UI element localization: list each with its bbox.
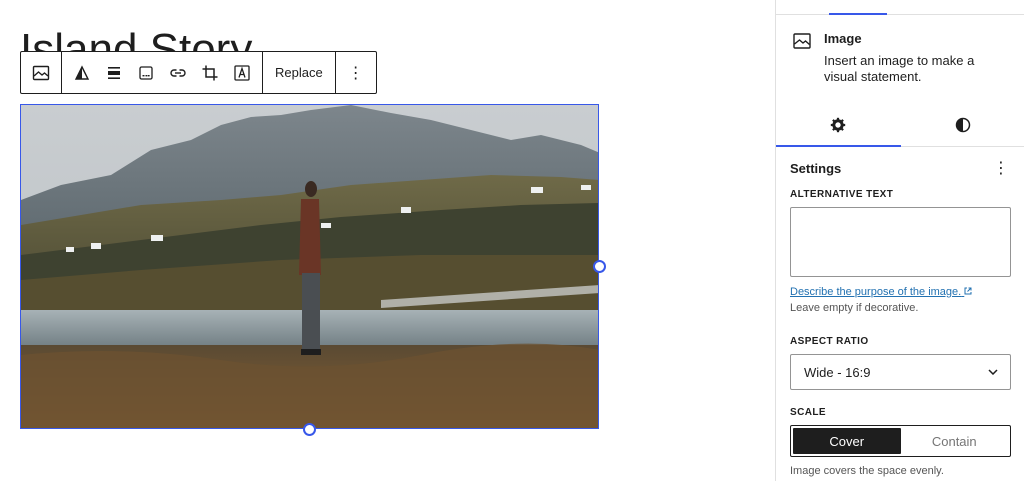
aspect-ratio-value: Wide - 16:9 [804, 364, 871, 380]
external-link-icon [964, 287, 972, 295]
landscape-photo [21, 105, 598, 428]
text-overlay-button[interactable] [226, 55, 258, 91]
chevron-down-icon [988, 369, 998, 375]
panel-title: Settings [790, 160, 842, 176]
panel-options-button[interactable]: ⋮ [991, 158, 1011, 178]
describe-purpose-link[interactable]: Describe the purpose of the image. [790, 286, 972, 298]
settings-sidebar: Image Insert an image to make a visual s… [775, 0, 1024, 481]
duotone-button[interactable] [66, 55, 98, 91]
caption-button[interactable] [130, 55, 162, 91]
describe-purpose-text: Describe the purpose of the image. [790, 286, 962, 298]
image-icon [793, 33, 811, 49]
block-type-group [21, 52, 62, 93]
aspect-ratio-label: ASPECT RATIO [790, 336, 869, 347]
block-tools-group [62, 52, 263, 93]
block-card: Image Insert an image to make a visual s… [776, 15, 1024, 85]
image-block-button[interactable] [25, 55, 57, 91]
align-button[interactable] [98, 55, 130, 91]
person-figure [299, 181, 321, 355]
scale-option-contain[interactable]: Contain [901, 428, 1009, 454]
scale-option-cover[interactable]: Cover [793, 428, 901, 454]
block-title: Image [824, 31, 862, 46]
replace-group: Replace [263, 52, 336, 93]
scale-label: SCALE [790, 407, 826, 418]
link-button[interactable] [162, 55, 194, 91]
editor-canvas: Island Story Replace ⋮ [0, 0, 775, 481]
tab-styles[interactable] [901, 104, 1024, 146]
scale-help-text: Image covers the space evenly. [790, 465, 944, 477]
settings-panel: Settings ⋮ ALTERNATIVE TEXT Describe the… [776, 147, 1024, 477]
image-icon [32, 65, 50, 80]
text-overlay-icon [234, 64, 250, 81]
crop-icon [202, 65, 218, 80]
block-description: Insert an image to make a visual stateme… [824, 53, 975, 84]
sidebar-top-tabs [776, 0, 1024, 15]
aspect-ratio-select[interactable]: Wide - 16:9 [790, 354, 1011, 390]
replace-button[interactable]: Replace [267, 55, 331, 91]
link-icon [170, 68, 186, 77]
gear-icon [831, 117, 846, 133]
settings-panel-header: Settings ⋮ [790, 147, 1011, 189]
tab-settings[interactable] [776, 104, 901, 147]
inspector-tabs [776, 104, 1024, 147]
align-icon [108, 66, 120, 79]
caption-icon [139, 65, 153, 80]
resize-handle-bottom[interactable] [303, 423, 316, 436]
duotone-icon [74, 64, 90, 80]
contrast-icon [955, 117, 970, 133]
more-options-button[interactable]: ⋮ [340, 55, 372, 91]
alt-help-text: Leave empty if decorative. [790, 302, 919, 314]
selected-image[interactable] [20, 104, 599, 429]
crop-button[interactable] [194, 55, 226, 91]
scale-toggle-group: Cover Contain [790, 425, 1011, 457]
block-toolbar: Replace ⋮ [20, 51, 377, 94]
resize-handle-right[interactable] [593, 260, 606, 273]
alt-text-label: ALTERNATIVE TEXT [790, 189, 894, 200]
options-group: ⋮ [336, 52, 376, 93]
alt-text-input[interactable] [790, 207, 1011, 277]
active-tab-indicator [829, 13, 887, 15]
